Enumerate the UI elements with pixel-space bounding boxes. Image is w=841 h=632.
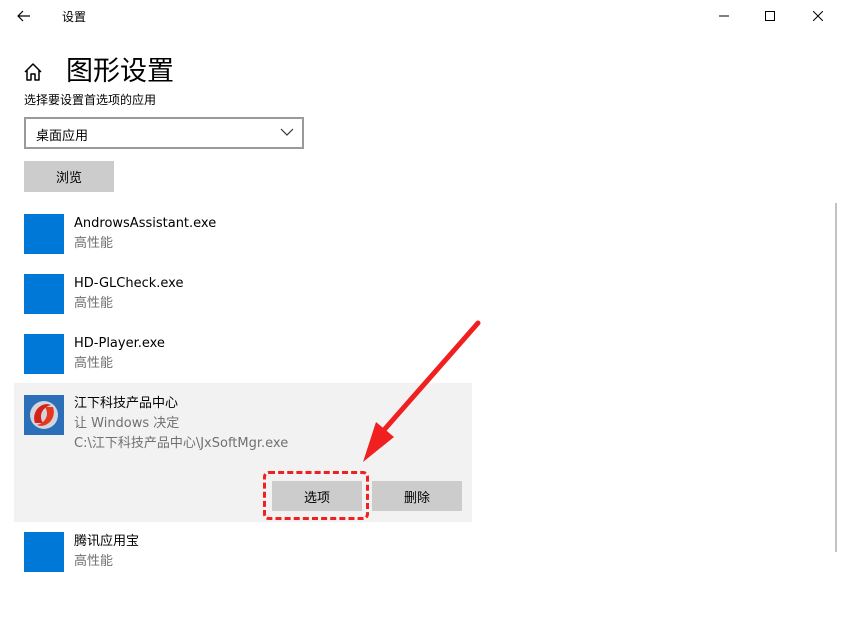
app-name: HD-Player.exe: [74, 336, 165, 351]
app-list-item[interactable]: 腾讯应用宝 高性能: [14, 524, 472, 582]
app-type-dropdown[interactable]: 桌面应用: [24, 117, 304, 149]
remove-button[interactable]: 删除: [372, 481, 462, 511]
jx-app-logo-icon: [24, 395, 64, 435]
app-preference: 高性能: [74, 356, 114, 371]
vertical-scrollbar[interactable]: [835, 203, 837, 552]
app-list-item[interactable]: AndrowsAssistant.exe 高性能: [14, 206, 472, 264]
app-type-label: 选择要设置首选项的应用: [24, 93, 157, 107]
back-arrow-icon: [17, 10, 30, 22]
home-button[interactable]: [22, 61, 46, 85]
app-path: C:\江下科技产品中心\JxSoftMgr.exe: [74, 436, 289, 451]
title-bar: 设置: [0, 0, 841, 32]
app-list-item-selected[interactable]: 江下科技产品中心 让 Windows 决定 C:\江下科技产品中心\JxSoft…: [14, 383, 472, 522]
chevron-down-icon: [280, 128, 294, 136]
close-button[interactable]: [795, 0, 841, 32]
minimize-icon: [719, 15, 729, 17]
app-name: HD-GLCheck.exe: [74, 276, 184, 291]
app-name: AndrowsAssistant.exe: [74, 216, 217, 231]
app-icon: [24, 532, 64, 572]
app-preference: 高性能: [74, 554, 114, 569]
home-icon: [24, 63, 42, 81]
minimize-button[interactable]: [701, 0, 747, 32]
app-list-item[interactable]: HD-GLCheck.exe 高性能: [14, 266, 472, 324]
app-icon: [24, 214, 64, 254]
app-preference: 让 Windows 决定: [74, 416, 180, 431]
app-name: 江下科技产品中心: [74, 396, 179, 411]
annotation-highlight-box: [263, 471, 369, 520]
back-button[interactable]: [8, 2, 40, 30]
app-preference: 高性能: [74, 296, 114, 311]
app-icon: [24, 334, 64, 374]
app-preference: 高性能: [74, 236, 114, 251]
browse-button[interactable]: 浏览: [24, 161, 114, 192]
maximize-icon: [765, 11, 775, 21]
maximize-button[interactable]: [747, 0, 793, 32]
app-name: 腾讯应用宝: [74, 534, 140, 549]
window-title: 设置: [62, 10, 87, 24]
page-title: 图形设置: [66, 56, 174, 87]
app-icon: [24, 274, 64, 314]
close-icon: [813, 11, 823, 21]
dropdown-value: 桌面应用: [36, 129, 89, 144]
app-list-item[interactable]: HD-Player.exe 高性能: [14, 326, 472, 384]
